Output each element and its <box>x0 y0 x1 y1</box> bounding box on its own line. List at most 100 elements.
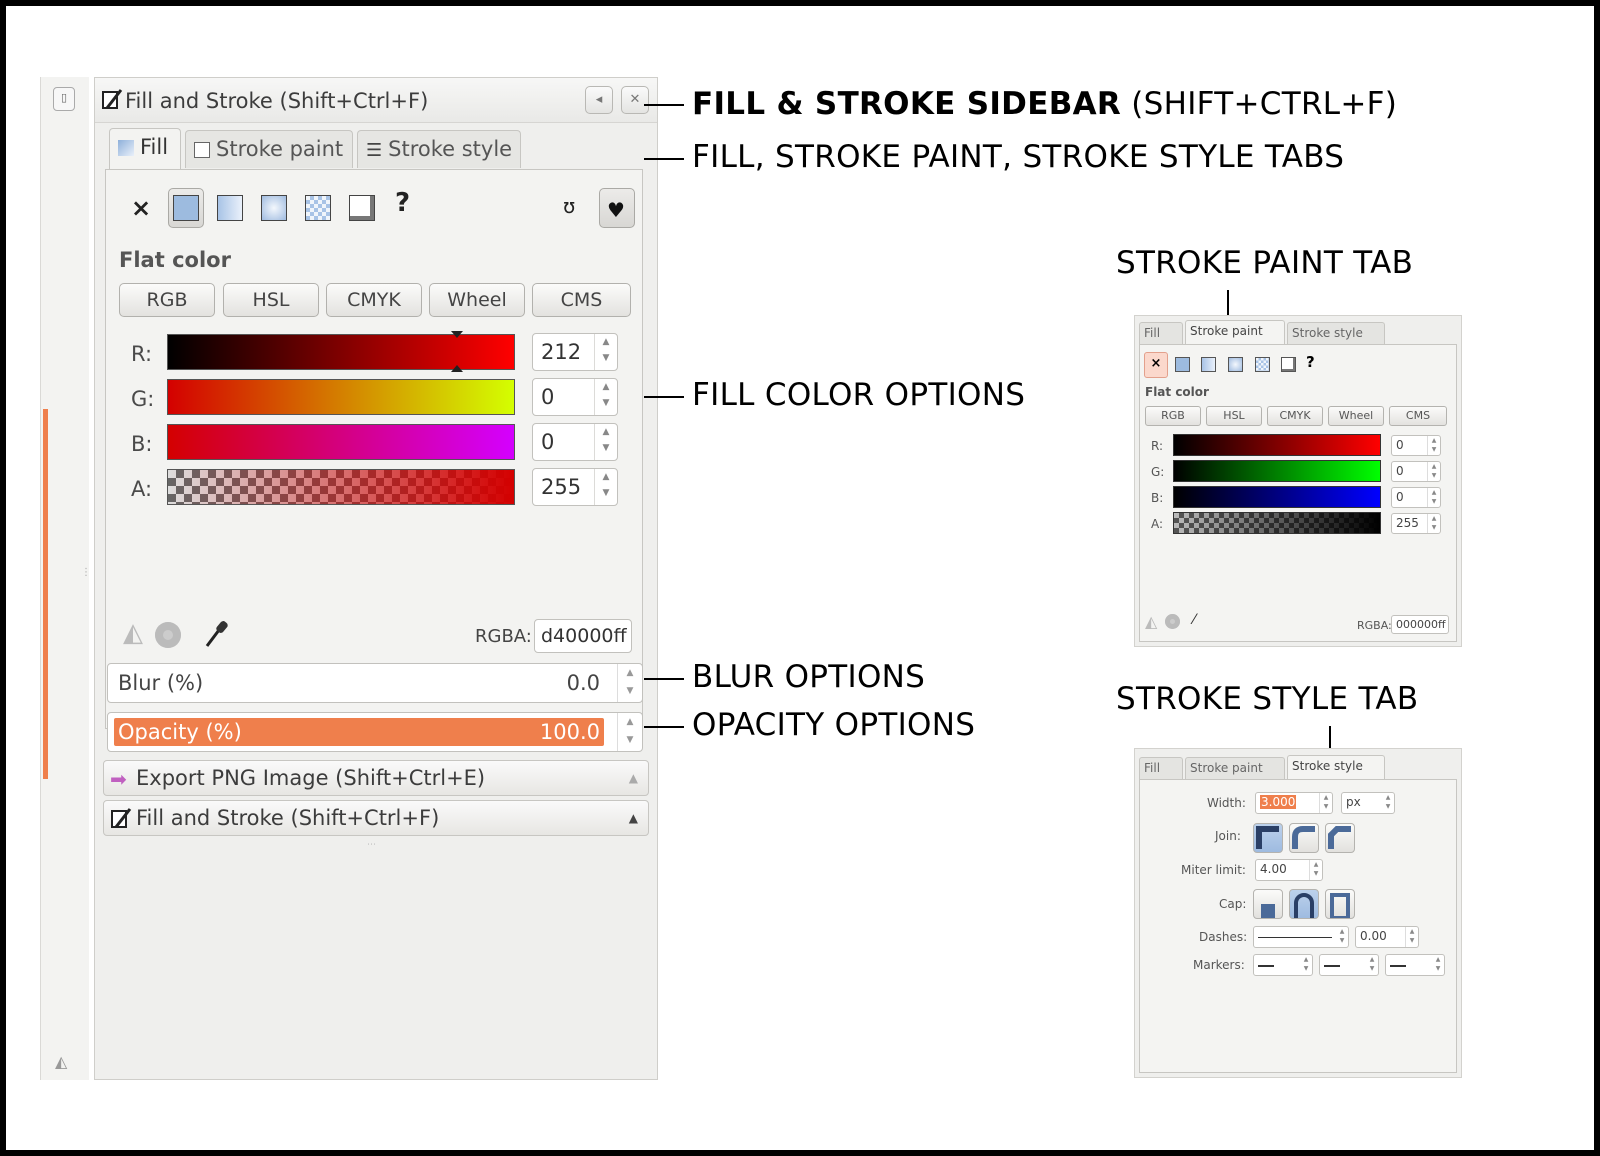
dock-grip-icon[interactable]: ⋮ <box>81 567 91 578</box>
swatch-icon[interactable] <box>349 195 375 221</box>
g-spin-arrows[interactable]: ▲ ▼ <box>594 379 617 415</box>
mini2-tab-fill[interactable]: Fill <box>1139 757 1183 779</box>
mini-rgba-input[interactable]: 000000ff <box>1391 615 1449 634</box>
join-miter-button[interactable] <box>1253 823 1283 853</box>
export-png-expand-icon[interactable]: ▲ <box>629 761 638 795</box>
tab-stroke-paint[interactable]: Stroke paint <box>185 130 353 168</box>
cap-round-button[interactable] <box>1289 889 1319 919</box>
mini-g-slider[interactable] <box>1173 460 1381 482</box>
width-spin[interactable]: 3.000 ▲ ▼ <box>1255 792 1333 814</box>
mini-mode-wheel[interactable]: Wheel <box>1328 406 1384 426</box>
dash-pattern-arrows[interactable]: ▲ ▼ <box>1336 927 1348 947</box>
mini-g-arrows[interactable]: ▲ ▼ <box>1427 462 1440 481</box>
mini-g-spin[interactable]: 0 ▲ ▼ <box>1391 461 1441 482</box>
dash-pattern-select[interactable]: ▲ ▼ <box>1253 926 1349 948</box>
r-slider[interactable] <box>167 331 515 372</box>
mini-a-spin[interactable]: 255 ▲ ▼ <box>1391 513 1441 534</box>
b-slider[interactable] <box>167 424 515 460</box>
panel-iconify-button[interactable]: ◂ <box>585 86 613 114</box>
mode-rgb-button[interactable]: RGB <box>119 283 215 317</box>
marker-end-arrows[interactable]: ▲ ▼ <box>1432 955 1444 975</box>
marker-mid-arrows[interactable]: ▲ ▼ <box>1366 955 1378 975</box>
opacity-spinbutton[interactable]: Opacity (%) 100.0 ▲ ▼ <box>107 712 643 752</box>
mini-mode-cmyk[interactable]: CMYK <box>1267 406 1323 426</box>
blur-spinbutton[interactable]: Blur (%) 0.0 ▲ ▼ <box>107 663 643 703</box>
no-paint-icon[interactable]: × <box>131 194 151 222</box>
fill-stroke-dock-expand-icon[interactable]: ▲ <box>629 801 638 835</box>
miter-limit-arrows[interactable]: ▲ ▼ <box>1309 860 1322 880</box>
a-spin-arrows[interactable]: ▲ ▼ <box>594 469 617 505</box>
mini-tab-fill[interactable]: Fill <box>1139 322 1183 344</box>
g-spinbutton[interactable]: 0 ▲ ▼ <box>532 378 618 416</box>
mini-radial-icon[interactable] <box>1228 357 1243 372</box>
mini-unset-icon[interactable]: ? <box>1306 353 1315 371</box>
unset-paint-icon[interactable]: ? <box>395 188 410 218</box>
g-slider[interactable] <box>167 379 515 415</box>
r-spinbutton[interactable]: 212 ▲ ▼ <box>532 333 618 371</box>
mini-no-paint-icon[interactable]: × <box>1144 352 1168 378</box>
tab-stroke-paint-label: Stroke paint <box>216 137 344 161</box>
blur-spin-arrows[interactable]: ▲ ▼ <box>617 664 642 702</box>
mini-tab-stroke-style[interactable]: Stroke style <box>1287 322 1385 344</box>
linear-gradient-icon[interactable] <box>217 195 243 221</box>
mini-pattern-icon[interactable] <box>1255 357 1270 372</box>
b-spin-arrows[interactable]: ▲ ▼ <box>594 424 617 460</box>
r-spin-arrows[interactable]: ▲ ▼ <box>594 334 617 370</box>
flat-color-icon[interactable] <box>173 195 199 221</box>
join-round-button[interactable] <box>1289 823 1319 853</box>
mini-r-arrows[interactable]: ▲ ▼ <box>1427 436 1440 455</box>
marker-mid-select[interactable]: ▲ ▼ <box>1319 954 1379 976</box>
a-spinbutton[interactable]: 255 ▲ ▼ <box>532 468 618 506</box>
mini-tab-stroke-paint[interactable]: Stroke paint <box>1185 320 1285 344</box>
dock-page-icon[interactable]: ▯ <box>53 87 75 111</box>
marker-start-select[interactable]: ▲ ▼ <box>1253 954 1313 976</box>
dock-resize-grip-icon[interactable]: ⋯ <box>367 840 376 850</box>
dash-offset-arrows[interactable]: ▲ ▼ <box>1405 927 1418 947</box>
mode-wheel-button[interactable]: Wheel <box>429 283 525 317</box>
fill-rule-evenodd-icon[interactable]: ʊ <box>563 194 575 218</box>
mini-b-arrows[interactable]: ▲ ▼ <box>1427 488 1440 507</box>
dash-offset-spin[interactable]: 0.00 ▲ ▼ <box>1355 926 1419 948</box>
unit-arrows[interactable]: ▲ ▼ <box>1382 793 1394 813</box>
fill-rule-nonzero-button[interactable]: ♥ <box>599 188 635 228</box>
mini-a-slider[interactable] <box>1173 512 1381 534</box>
mini-color-picker-icon[interactable]: ⁄ <box>1193 612 1195 628</box>
miter-limit-spin[interactable]: 4.00 ▲ ▼ <box>1255 859 1323 881</box>
mini-mode-hsl[interactable]: HSL <box>1206 406 1262 426</box>
pattern-icon[interactable] <box>305 195 331 221</box>
mode-hsl-button[interactable]: HSL <box>223 283 319 317</box>
mini-b-spin[interactable]: 0 ▲ ▼ <box>1391 487 1441 508</box>
radial-gradient-icon[interactable] <box>261 195 287 221</box>
mini-r-spin[interactable]: 0 ▲ ▼ <box>1391 435 1441 456</box>
join-bevel-button[interactable] <box>1325 823 1355 853</box>
mini2-tab-stroke-style[interactable]: Stroke style <box>1287 755 1385 779</box>
unit-select[interactable]: px ▲ ▼ <box>1341 792 1395 814</box>
rgba-input[interactable]: d40000ff <box>534 619 632 653</box>
dock-bucket-icon[interactable]: ◭ <box>55 1052 67 1071</box>
export-png-dock[interactable]: ➡ Export PNG Image (Shift+Ctrl+E) ▲ <box>103 760 649 796</box>
cap-butt-button[interactable] <box>1253 889 1283 919</box>
mode-cms-button[interactable]: CMS <box>532 283 631 317</box>
mini-swatch-icon[interactable] <box>1281 357 1296 372</box>
cap-square-button[interactable] <box>1325 889 1355 920</box>
mini2-tab-stroke-paint[interactable]: Stroke paint <box>1185 757 1285 779</box>
opacity-spin-arrows[interactable]: ▲ ▼ <box>617 713 642 751</box>
mini-flat-icon[interactable] <box>1175 357 1190 372</box>
mini-r-slider[interactable] <box>1173 434 1381 456</box>
color-picker-icon[interactable] <box>203 618 229 648</box>
b-spinbutton[interactable]: 0 ▲ ▼ <box>532 423 618 461</box>
mini-b-slider[interactable] <box>1173 486 1381 508</box>
mini-mode-cms[interactable]: CMS <box>1389 406 1447 426</box>
panel-close-button[interactable]: ✕ <box>621 86 649 114</box>
mini-a-arrows[interactable]: ▲ ▼ <box>1427 514 1440 533</box>
tab-fill[interactable]: Fill <box>109 128 181 170</box>
width-arrows[interactable]: ▲ ▼ <box>1319 793 1332 813</box>
marker-start-arrows[interactable]: ▲ ▼ <box>1300 955 1312 975</box>
marker-end-select[interactable]: ▲ ▼ <box>1385 954 1445 976</box>
mode-cmyk-button[interactable]: CMYK <box>326 283 422 317</box>
mini-mode-rgb[interactable]: RGB <box>1145 406 1201 426</box>
tab-stroke-style[interactable]: ☰ Stroke style <box>357 130 521 168</box>
fill-stroke-dock[interactable]: Fill and Stroke (Shift+Ctrl+F) ▲ <box>103 800 649 836</box>
a-slider[interactable] <box>167 469 515 505</box>
mini-linear-icon[interactable] <box>1201 357 1216 372</box>
